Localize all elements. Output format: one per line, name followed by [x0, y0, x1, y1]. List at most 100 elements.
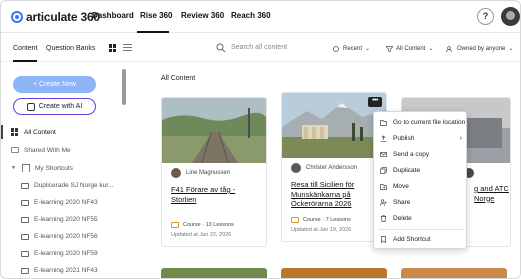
- upload-icon: [380, 135, 387, 142]
- create-with-ai-label: Create with AI: [38, 103, 83, 110]
- sidebar-item-folder[interactable]: E-learning 2020 NF56: [21, 230, 131, 242]
- menu-item-label: Move: [393, 183, 409, 190]
- content-card[interactable]: Line Magnussen F41 Förare av tåg - Storl…: [161, 97, 267, 247]
- send-icon: [380, 152, 387, 157]
- search-placeholder: Search all content: [231, 44, 288, 51]
- sidebar-item-all-content[interactable]: All Content: [11, 126, 121, 138]
- chevron-down-icon: ▼: [11, 165, 16, 171]
- folder-icon: [21, 216, 29, 223]
- tab-dashboard[interactable]: Dashboard: [92, 11, 134, 20]
- card-meta-label: Course · 13 Lessons: [183, 222, 234, 228]
- card-author: Line Magnussen: [171, 168, 230, 178]
- create-new-button[interactable]: + Create New: [13, 76, 96, 93]
- list-view-icon[interactable]: [123, 44, 132, 52]
- menu-item-label: Add Shortcut: [393, 236, 431, 243]
- card-title[interactable]: F41 Förare av tåg - Storlien: [171, 185, 261, 204]
- menu-item-move[interactable]: Move: [374, 180, 468, 193]
- sort-label: Recent: [343, 45, 363, 52]
- folder-icon: [21, 199, 29, 206]
- author-name: Line Magnussen: [186, 170, 231, 176]
- left-sidebar: + Create New Create with AI All Content …: [1, 63, 127, 278]
- sidebar-item-label: All Content: [24, 128, 56, 136]
- menu-item-duplicate[interactable]: Duplicate: [374, 164, 468, 177]
- card-title[interactable]: g and ATC Norge: [474, 184, 510, 203]
- card-updated: Updated at Jan 22, 2026: [171, 232, 232, 238]
- sort-dropdown[interactable]: Recent ⌄: [333, 45, 370, 52]
- sidebar-item-label: E-learning 2020 NF55: [34, 215, 98, 223]
- folder-icon: [21, 182, 29, 189]
- articulate-logo[interactable]: articulate 360: [11, 9, 100, 25]
- folder-icon: [21, 267, 29, 274]
- card-title[interactable]: Resa till Sicilien för Munskänkarna på Ö…: [291, 180, 381, 209]
- content-card[interactable]: ••• Christer Andersson Resa till Sicilie…: [281, 92, 387, 242]
- more-options-button[interactable]: •••: [368, 97, 382, 107]
- tab-review-360[interactable]: Review 360: [181, 11, 224, 20]
- content-toolbar: Content Question Banks Search all conten…: [1, 34, 520, 62]
- tab-question-banks[interactable]: Question Banks: [46, 45, 95, 52]
- tab-reach-360[interactable]: Reach 360: [231, 11, 271, 20]
- sidebar-item-shared-with-me[interactable]: Shared With Me: [11, 144, 121, 156]
- active-item-indicator: [1, 125, 3, 139]
- chevron-down-icon: ⌄: [365, 46, 371, 52]
- tab-content[interactable]: Content: [13, 45, 38, 52]
- page-title: All Content: [161, 75, 196, 82]
- card-updated: Updated at Jan 19, 2026: [291, 227, 352, 233]
- menu-item-go-to-location[interactable]: Go to current file location: [374, 116, 468, 129]
- search-input[interactable]: Search all content: [216, 41, 324, 57]
- card-meta: Course · 7 Lessons: [291, 217, 351, 223]
- logo-mark-icon: [11, 11, 23, 23]
- menu-item-label: Duplicate: [393, 167, 421, 174]
- menu-item-delete[interactable]: Delete: [374, 212, 468, 225]
- course-book-icon: [291, 217, 299, 223]
- course-book-icon: [171, 222, 179, 228]
- content-filter-dropdown[interactable]: All Content ⌄: [386, 45, 433, 52]
- sidebar-item-folder[interactable]: E-learning 2020 NF59: [21, 247, 131, 259]
- sidebar-item-label: E-learning 2021 NF43: [34, 266, 98, 274]
- menu-item-share[interactable]: Share: [374, 196, 468, 209]
- sidebar-scrollbar[interactable]: [122, 63, 126, 278]
- card-author: Christer Andersson: [291, 163, 357, 173]
- author-name: Christer Andersson: [306, 165, 358, 171]
- scrollbar-thumb[interactable]: [122, 69, 126, 105]
- create-with-ai-button[interactable]: Create with AI: [13, 98, 96, 115]
- bookmark-icon: [381, 236, 386, 243]
- search-icon: [216, 43, 226, 53]
- help-button[interactable]: ?: [477, 8, 494, 25]
- chevron-right-icon: ›: [459, 135, 462, 142]
- sidebar-item-label: My Shortcuts: [35, 164, 73, 172]
- people-icon: [446, 45, 452, 52]
- menu-item-add-shortcut[interactable]: Add Shortcut: [374, 233, 468, 246]
- sidebar-item-folder[interactable]: E-learning 2020 NF55: [21, 213, 131, 225]
- share-icon: [380, 199, 387, 206]
- card-title-line: Norge: [474, 193, 495, 203]
- logo-text: articulate 360: [26, 10, 100, 24]
- tab-rise-360[interactable]: Rise 360: [140, 11, 172, 20]
- menu-item-label: Share: [393, 199, 411, 206]
- menu-item-publish[interactable]: Publish ›: [374, 132, 468, 145]
- sidebar-item-folder[interactable]: E-learning 2021 NF43: [21, 264, 131, 276]
- sidebar-item-label: Shared With Me: [24, 146, 71, 154]
- move-icon: [380, 184, 387, 190]
- author-avatar: [291, 163, 301, 173]
- menu-item-label: Send a copy: [393, 151, 430, 158]
- sidebar-item-folder[interactable]: Duplicerade SJ Norge kur...: [21, 179, 131, 191]
- card-thumbnail: [401, 268, 507, 278]
- menu-item-send-copy[interactable]: Send a copy: [374, 148, 468, 161]
- location-icon: [380, 120, 387, 126]
- top-navigation: articulate 360 Dashboard Rise 360 Review…: [1, 1, 520, 33]
- active-tab-indicator: [137, 31, 169, 33]
- shared-icon: [11, 147, 19, 153]
- grid-view-icon[interactable]: [109, 44, 117, 52]
- sidebar-item-folder[interactable]: E-learning 2020 NF43: [21, 196, 131, 208]
- menu-divider: [378, 229, 464, 230]
- content-filter-label: All Content: [396, 45, 426, 52]
- sidebar-item-label: E-learning 2020 NF59: [34, 249, 98, 257]
- card-title-line: g and ATC: [474, 184, 509, 193]
- owner-filter-dropdown[interactable]: Owned by anyone ⌄: [446, 45, 513, 52]
- duplicate-icon: [380, 167, 387, 174]
- card-meta: Course · 13 Lessons: [171, 222, 234, 228]
- sidebar-item-my-shortcuts[interactable]: ▼ My Shortcuts: [11, 162, 121, 174]
- card-thumbnail: [281, 268, 387, 278]
- user-avatar[interactable]: [501, 7, 520, 26]
- grid-icon: [11, 128, 19, 136]
